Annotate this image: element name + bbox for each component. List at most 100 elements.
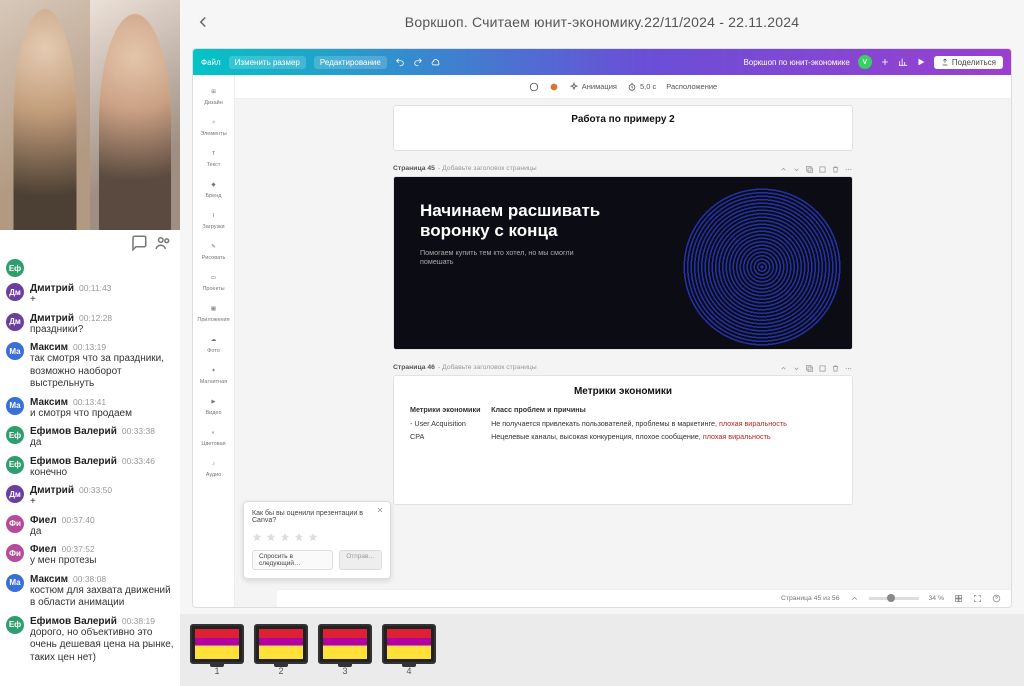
animation-button[interactable]: Анимация bbox=[569, 82, 617, 92]
tool-Фото[interactable]: ☁Фото bbox=[197, 329, 231, 358]
move-up-icon[interactable] bbox=[779, 364, 788, 373]
tool-Магнитная[interactable]: ✦Магнитная bbox=[197, 360, 231, 389]
undo-icon[interactable] bbox=[395, 57, 405, 67]
chat-text: костюм для захвата движений в области ан… bbox=[30, 585, 176, 610]
recording-thumb[interactable]: 2 bbox=[254, 624, 308, 676]
chevron-up-icon[interactable] bbox=[850, 594, 859, 603]
timer-button[interactable]: 5,0 с bbox=[627, 82, 656, 92]
move-up-icon[interactable] bbox=[779, 165, 788, 174]
star-icon[interactable] bbox=[280, 532, 290, 542]
color-icon[interactable] bbox=[549, 82, 559, 92]
survey-send-button[interactable]: Отправ… bbox=[339, 550, 382, 570]
survey-popup: Как бы вы оценили презентации в Canva? С… bbox=[243, 501, 391, 579]
tool-icon: ▦ bbox=[207, 302, 221, 316]
tool-Загрузки[interactable]: ⭱Загрузки bbox=[197, 205, 231, 234]
chat-message: Еф bbox=[6, 256, 176, 280]
chat-message: Дм Дмитрий00:11:43 + bbox=[6, 280, 176, 310]
tool-icon: ◆ bbox=[207, 178, 221, 192]
star-rating[interactable] bbox=[252, 532, 382, 542]
star-icon[interactable] bbox=[252, 532, 262, 542]
palette-icon[interactable] bbox=[529, 82, 539, 92]
tool-Бренд[interactable]: ◆Бренд bbox=[197, 174, 231, 203]
metrics-table: Метрики экономикиКласс проблем и причины… bbox=[410, 405, 836, 443]
recording-thumb[interactable]: 4 bbox=[382, 624, 436, 676]
back-icon[interactable] bbox=[194, 13, 212, 31]
edit-menu[interactable]: Редактирование bbox=[314, 56, 387, 69]
file-menu[interactable]: Файл bbox=[201, 58, 221, 67]
resize-menu[interactable]: Изменить размер bbox=[229, 56, 306, 69]
tool-Проекты[interactable]: ▭Проекты bbox=[197, 267, 231, 296]
people-icon[interactable] bbox=[154, 234, 172, 252]
delete-icon[interactable] bbox=[831, 364, 840, 373]
tool-Текст[interactable]: TТекст bbox=[197, 143, 231, 172]
participant-video[interactable] bbox=[0, 0, 90, 230]
chat-time: 00:38:19 bbox=[122, 616, 155, 626]
avatar: Дм bbox=[6, 313, 24, 331]
chat-message: Дм Дмитрий00:33:50 + bbox=[6, 482, 176, 512]
chat-author: Ефимов Валерий bbox=[30, 426, 117, 437]
delete-icon[interactable] bbox=[831, 165, 840, 174]
fullscreen-icon[interactable] bbox=[973, 594, 982, 603]
copy-icon[interactable] bbox=[805, 364, 814, 373]
doc-title[interactable]: Воркшоп по юнит-экономике bbox=[743, 58, 849, 67]
clock-icon bbox=[627, 82, 637, 92]
chart-icon[interactable] bbox=[898, 57, 908, 67]
tool-Дизайн[interactable]: ⊞Дизайн bbox=[197, 81, 231, 110]
tool-icon: ▭ bbox=[207, 271, 221, 285]
avatar: Еф bbox=[6, 259, 24, 277]
tool-Аудио[interactable]: ♪Аудио bbox=[197, 453, 231, 482]
chat-icon[interactable] bbox=[130, 234, 148, 252]
chat-author: Максим bbox=[30, 574, 68, 585]
share-button[interactable]: Поделиться bbox=[934, 56, 1003, 69]
plus-icon[interactable] bbox=[880, 57, 890, 67]
sidebar: Еф Дм Дмитрий00:11:43 + Дм Дмитрий00:12:… bbox=[0, 0, 180, 686]
tool-icon: ◐ bbox=[207, 426, 221, 440]
avatar[interactable]: V bbox=[858, 55, 872, 69]
chat-text: так смотря что за праздники, возможно на… bbox=[30, 353, 176, 391]
tool-Рисовать[interactable]: ✎Рисовать bbox=[197, 236, 231, 265]
more-icon[interactable] bbox=[844, 364, 853, 373]
chat-time: 00:37:40 bbox=[62, 515, 95, 525]
star-icon[interactable] bbox=[294, 532, 304, 542]
star-icon[interactable] bbox=[308, 532, 318, 542]
close-icon[interactable] bbox=[376, 506, 384, 514]
star-icon[interactable] bbox=[266, 532, 276, 542]
help-icon[interactable] bbox=[992, 594, 1001, 603]
recording-thumbnails: 1234 bbox=[180, 614, 1024, 686]
grid-icon[interactable] bbox=[954, 594, 963, 603]
position-button[interactable]: Расположение bbox=[666, 82, 717, 91]
chat-text: + bbox=[30, 496, 176, 509]
survey-skip-button[interactable]: Спросить в следующий… bbox=[252, 550, 333, 570]
tool-Элементы[interactable]: ✧Элементы bbox=[197, 112, 231, 141]
recording-thumb[interactable]: 3 bbox=[318, 624, 372, 676]
chat-author: Фиел bbox=[30, 515, 57, 526]
avatar: Дм bbox=[6, 485, 24, 503]
tool-Цветовая[interactable]: ◐Цветовая bbox=[197, 422, 231, 451]
move-down-icon[interactable] bbox=[792, 364, 801, 373]
chat-time: 00:12:28 bbox=[79, 313, 112, 323]
more-icon[interactable] bbox=[844, 165, 853, 174]
slide-44[interactable]: Работа по примеру 2 bbox=[393, 105, 853, 151]
avatar: Фи bbox=[6, 515, 24, 533]
avatar: Фи bbox=[6, 544, 24, 562]
redo-icon[interactable] bbox=[413, 57, 423, 67]
copy-icon[interactable] bbox=[805, 165, 814, 174]
slide-45[interactable]: Страница 45 - Добавьте заголовок страниц… bbox=[393, 165, 853, 350]
slide-content: Начинаем расшивать воронку с конца Помог… bbox=[393, 176, 853, 350]
chat-list[interactable]: Еф Дм Дмитрий00:11:43 + Дм Дмитрий00:12:… bbox=[0, 254, 180, 686]
tool-Приложения[interactable]: ▦Приложения bbox=[197, 298, 231, 327]
chat-time: 00:33:38 bbox=[122, 426, 155, 436]
slide-46[interactable]: Страница 46 - Добавьте заголовок страниц… bbox=[393, 364, 853, 505]
recording-thumb[interactable]: 1 bbox=[190, 624, 244, 676]
present-icon[interactable] bbox=[916, 57, 926, 67]
duplicate-icon[interactable] bbox=[818, 364, 827, 373]
context-toolbar: Анимация 5,0 с Расположение bbox=[235, 75, 1011, 99]
tool-Видео[interactable]: ▶Видео bbox=[197, 391, 231, 420]
monitor-icon bbox=[254, 624, 308, 664]
chat-message: Фи Фиел00:37:40 да bbox=[6, 512, 176, 542]
participant-video[interactable] bbox=[90, 0, 180, 230]
duplicate-icon[interactable] bbox=[818, 165, 827, 174]
zoom-value: 34 % bbox=[929, 595, 945, 602]
move-down-icon[interactable] bbox=[792, 165, 801, 174]
zoom-slider[interactable] bbox=[869, 597, 919, 600]
